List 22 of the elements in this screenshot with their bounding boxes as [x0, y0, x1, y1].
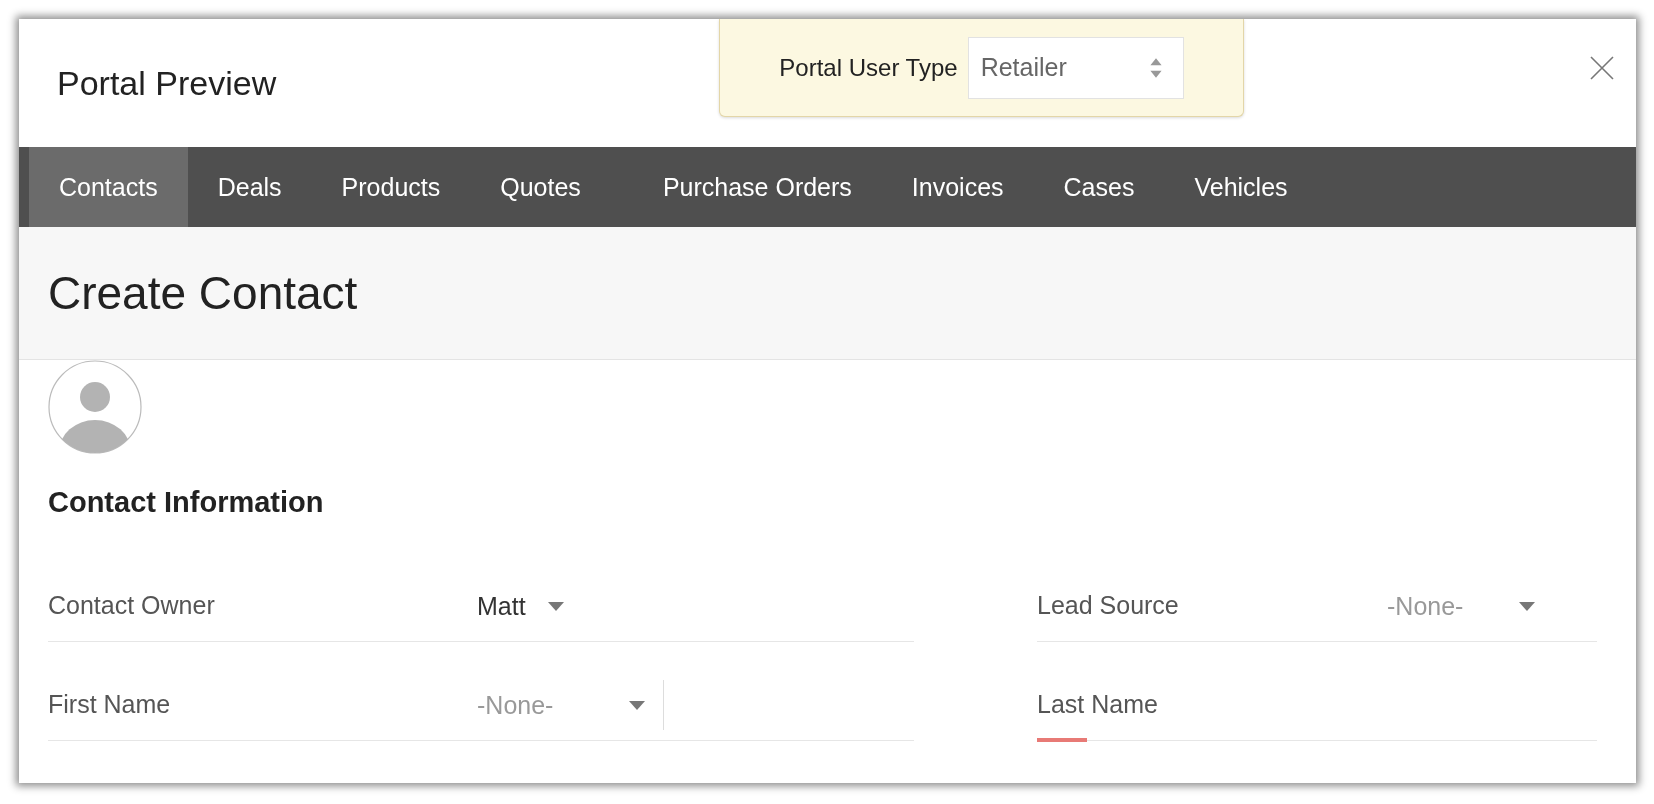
nav-tab[interactable]: Invoices [881, 147, 1034, 227]
nav-tab[interactable]: Quotes [470, 147, 611, 227]
caret-icon [547, 601, 564, 611]
close-icon[interactable] [1590, 56, 1614, 80]
field-label: Lead Source [1037, 591, 1180, 620]
section-heading: Contact Information [48, 486, 325, 519]
nav-tab[interactable]: Products [311, 147, 471, 227]
field-label: Last Name [1037, 690, 1159, 719]
user-type-label: Portal User Type [779, 53, 958, 82]
field-label: First Name [48, 690, 172, 719]
dropdown-field[interactable]: Matt [477, 581, 564, 631]
field-label: Contact Owner [48, 591, 216, 620]
nav-tab[interactable]: Deals [187, 147, 312, 227]
caret-icon [1519, 601, 1535, 611]
nav-tab[interactable]: Vehicles [1164, 147, 1318, 227]
caret-icon [629, 700, 645, 710]
nav-tab[interactable]: Contacts [29, 147, 188, 227]
window-title: Portal Preview [57, 63, 277, 103]
page-title: Create Contact [48, 266, 358, 320]
user-type-select[interactable]: Retailer [967, 36, 1184, 99]
nav-tab[interactable]: Cases [1033, 147, 1165, 227]
nav-tab[interactable]: Purchase Orders [632, 147, 882, 227]
